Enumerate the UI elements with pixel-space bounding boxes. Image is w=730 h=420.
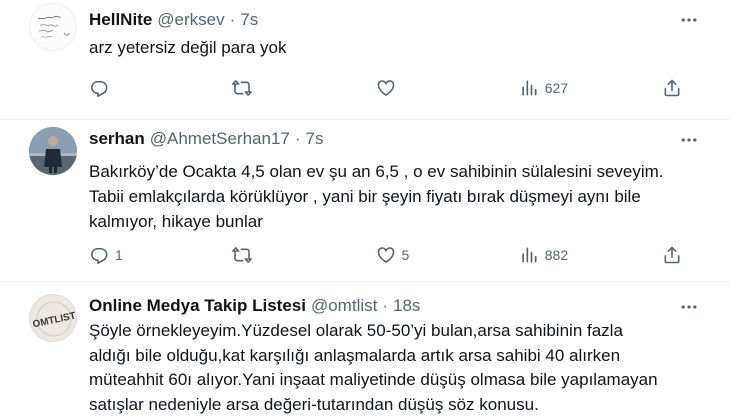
more-options-button[interactable] bbox=[678, 9, 700, 31]
author-handle[interactable]: @AhmetSerhan17 bbox=[150, 129, 290, 149]
reply-button[interactable]: 1 bbox=[89, 245, 149, 265]
tweet[interactable]: OMTLIST Online Medya Takip Listesi @omtl… bbox=[0, 282, 730, 420]
avatar[interactable]: OMTLIST bbox=[29, 294, 77, 342]
tweet-text-line: aldığı bile olduğu,kat karşılığı anlaşma… bbox=[89, 345, 621, 365]
more-horizontal-icon bbox=[679, 130, 699, 150]
separator-dot: · bbox=[382, 296, 389, 315]
tweet-header: serhan @AhmetSerhan17 · 7s bbox=[89, 127, 324, 151]
share-button[interactable] bbox=[662, 78, 684, 98]
tweet-text-line: satışlar nedeniyle arsa değeri-tutarında… bbox=[89, 394, 539, 414]
views-count: 882 bbox=[544, 247, 569, 263]
tweet-text: Şöyle örnekleyeyim.Yüzdesel olarak 50-50… bbox=[89, 319, 714, 417]
timestamp[interactable]: 18s bbox=[393, 296, 420, 316]
heart-icon bbox=[376, 78, 396, 98]
tweet-text-line: arz yetersiz değil para yok bbox=[89, 38, 287, 57]
timestamp[interactable]: 7s bbox=[306, 129, 324, 149]
reply-icon bbox=[89, 245, 109, 265]
views-count: 627 bbox=[544, 80, 569, 96]
tweet-header: Online Medya Takip Listesi @omtlist · 18… bbox=[89, 294, 420, 318]
more-horizontal-icon bbox=[679, 10, 699, 30]
avatar[interactable] bbox=[29, 127, 77, 175]
separator-dot: · bbox=[294, 129, 301, 148]
like-button[interactable] bbox=[376, 78, 436, 98]
author-name[interactable]: serhan bbox=[89, 129, 145, 149]
share-button[interactable] bbox=[662, 245, 684, 265]
tweet-text-line: Tabii emlakçılarda körüklüyor , yani bir… bbox=[89, 187, 641, 206]
omtlist-logo-avatar: OMTLIST bbox=[31, 296, 76, 341]
reply-count: 1 bbox=[115, 247, 123, 263]
timestamp[interactable]: 7s bbox=[240, 10, 258, 30]
reply-button[interactable] bbox=[89, 78, 149, 98]
retweet-icon bbox=[232, 78, 252, 98]
analytics-icon bbox=[519, 78, 539, 98]
share-icon bbox=[662, 245, 682, 265]
handwritten-avatar-image bbox=[37, 15, 70, 38]
author-handle[interactable]: @erksev bbox=[157, 10, 224, 30]
tweet[interactable]: HellNite @erksev · 7s arz yetersiz değil… bbox=[0, 0, 730, 120]
retweet-button[interactable] bbox=[232, 245, 292, 265]
tweet-text: Bakırköy’de Ocakta 4,5 olan ev şu an 6,5… bbox=[89, 159, 714, 234]
heart-icon bbox=[376, 245, 396, 265]
views-button[interactable]: 882 bbox=[519, 245, 579, 265]
tweet-text-line: Şöyle örnekleyeyim.Yüzdesel olarak 50-50… bbox=[89, 321, 623, 340]
tweet-text-line: kalmıyor, hikaye bunlar bbox=[89, 212, 263, 231]
like-count: 5 bbox=[401, 247, 410, 263]
retweet-icon bbox=[232, 245, 252, 265]
author-name[interactable]: Online Medya Takip Listesi bbox=[89, 296, 306, 316]
action-bar: 627 bbox=[89, 77, 684, 99]
like-button[interactable]: 5 bbox=[376, 245, 436, 265]
author-handle[interactable]: @omtlist bbox=[311, 296, 377, 316]
share-icon bbox=[662, 78, 682, 98]
views-button[interactable]: 627 bbox=[519, 78, 579, 98]
tweet-text-line: müteahhit 60ı alıyor.Yani inşaat maliyet… bbox=[89, 370, 658, 389]
avatar[interactable] bbox=[29, 3, 77, 51]
tweet[interactable]: serhan @AhmetSerhan17 · 7s Bakırköy’de O… bbox=[0, 120, 730, 282]
more-options-button[interactable] bbox=[678, 129, 700, 151]
action-bar: 1 5 882 bbox=[89, 244, 684, 266]
tweet-text-line: Bakırköy’de Ocakta 4,5 olan ev şu an 6,5… bbox=[89, 162, 664, 181]
more-options-button[interactable] bbox=[678, 296, 700, 318]
tweet-text: arz yetersiz değil para yok bbox=[89, 35, 714, 60]
tweet-header: HellNite @erksev · 7s bbox=[89, 8, 258, 32]
more-horizontal-icon bbox=[679, 297, 699, 317]
retweet-button[interactable] bbox=[232, 78, 292, 98]
analytics-icon bbox=[519, 245, 539, 265]
reply-icon bbox=[89, 78, 109, 98]
author-name[interactable]: HellNite bbox=[89, 10, 152, 30]
separator-dot: · bbox=[229, 10, 236, 29]
profile-photo bbox=[29, 127, 77, 175]
